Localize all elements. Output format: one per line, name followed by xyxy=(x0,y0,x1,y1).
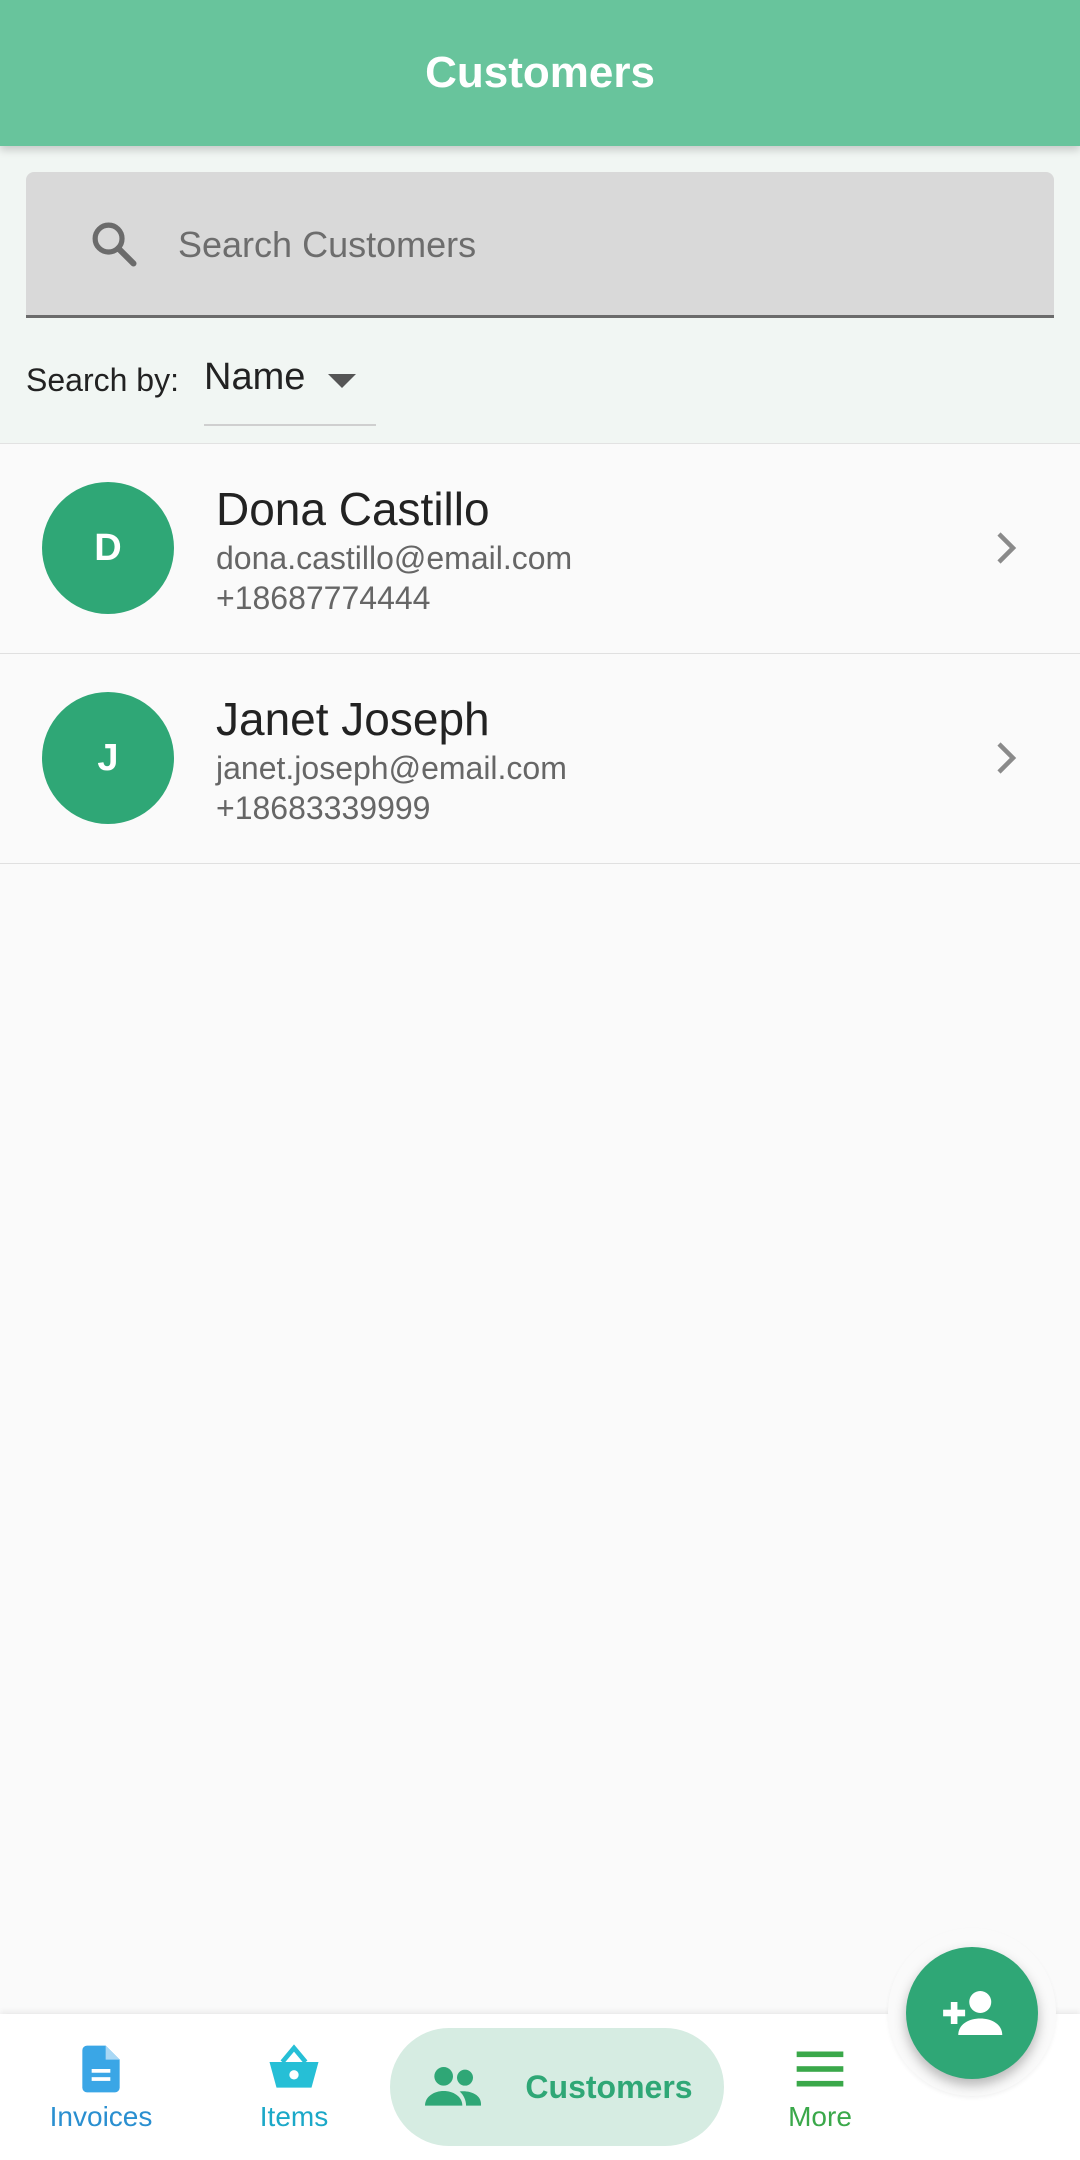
chevron-right-icon xyxy=(997,532,1017,564)
avatar: D xyxy=(42,482,174,614)
customer-email: dona.castillo@email.com xyxy=(216,540,573,576)
menu-icon xyxy=(796,2051,844,2087)
customer-row[interactable]: J Janet Joseph janet.joseph@email.com +1… xyxy=(0,654,1080,864)
nav-item-invoices[interactable]: Invoices xyxy=(30,2014,172,2160)
people-icon xyxy=(425,2067,482,2106)
customer-name: Janet Joseph xyxy=(216,693,490,745)
add-customer-button[interactable] xyxy=(906,1947,1038,2079)
nav-item-customers[interactable]: Customers xyxy=(390,2028,724,2146)
search-by-value: Name xyxy=(204,356,306,398)
customer-phone: +18687774444 xyxy=(216,580,431,616)
avatar: J xyxy=(42,692,174,824)
search-by-label: Search by: xyxy=(26,362,179,398)
nav-item-items[interactable]: Items xyxy=(228,2014,360,2160)
chevron-right-icon xyxy=(997,742,1017,774)
nav-label: Customers xyxy=(525,2068,693,2105)
search-section: Search by: Name xyxy=(0,146,1080,444)
customer-list: D Dona Castillo dona.castillo@email.com … xyxy=(0,444,1080,864)
customer-phone: +18683339999 xyxy=(216,790,431,826)
search-icon xyxy=(92,222,137,267)
search-box[interactable] xyxy=(26,172,1054,318)
add-person-icon xyxy=(943,1991,1003,2035)
customer-email: janet.joseph@email.com xyxy=(216,750,567,786)
app-screen: Customers Search by: Name D Dona Castill… xyxy=(0,0,1080,2160)
dropdown-arrow-icon xyxy=(328,374,356,388)
basket-icon xyxy=(269,2044,319,2088)
search-by-dropdown[interactable]: Name xyxy=(204,352,376,426)
customer-row[interactable]: D Dona Castillo dona.castillo@email.com … xyxy=(0,444,1080,654)
nav-label: Items xyxy=(259,2101,329,2132)
document-icon xyxy=(82,2045,120,2093)
customer-name: Dona Castillo xyxy=(216,483,490,535)
search-input[interactable] xyxy=(178,210,1018,280)
nav-label: More xyxy=(788,2101,852,2132)
page-title: Customers xyxy=(425,48,655,97)
nav-item-more[interactable]: More xyxy=(770,2014,870,2160)
app-bar: Customers xyxy=(0,0,1080,146)
nav-label: Invoices xyxy=(49,2101,153,2132)
